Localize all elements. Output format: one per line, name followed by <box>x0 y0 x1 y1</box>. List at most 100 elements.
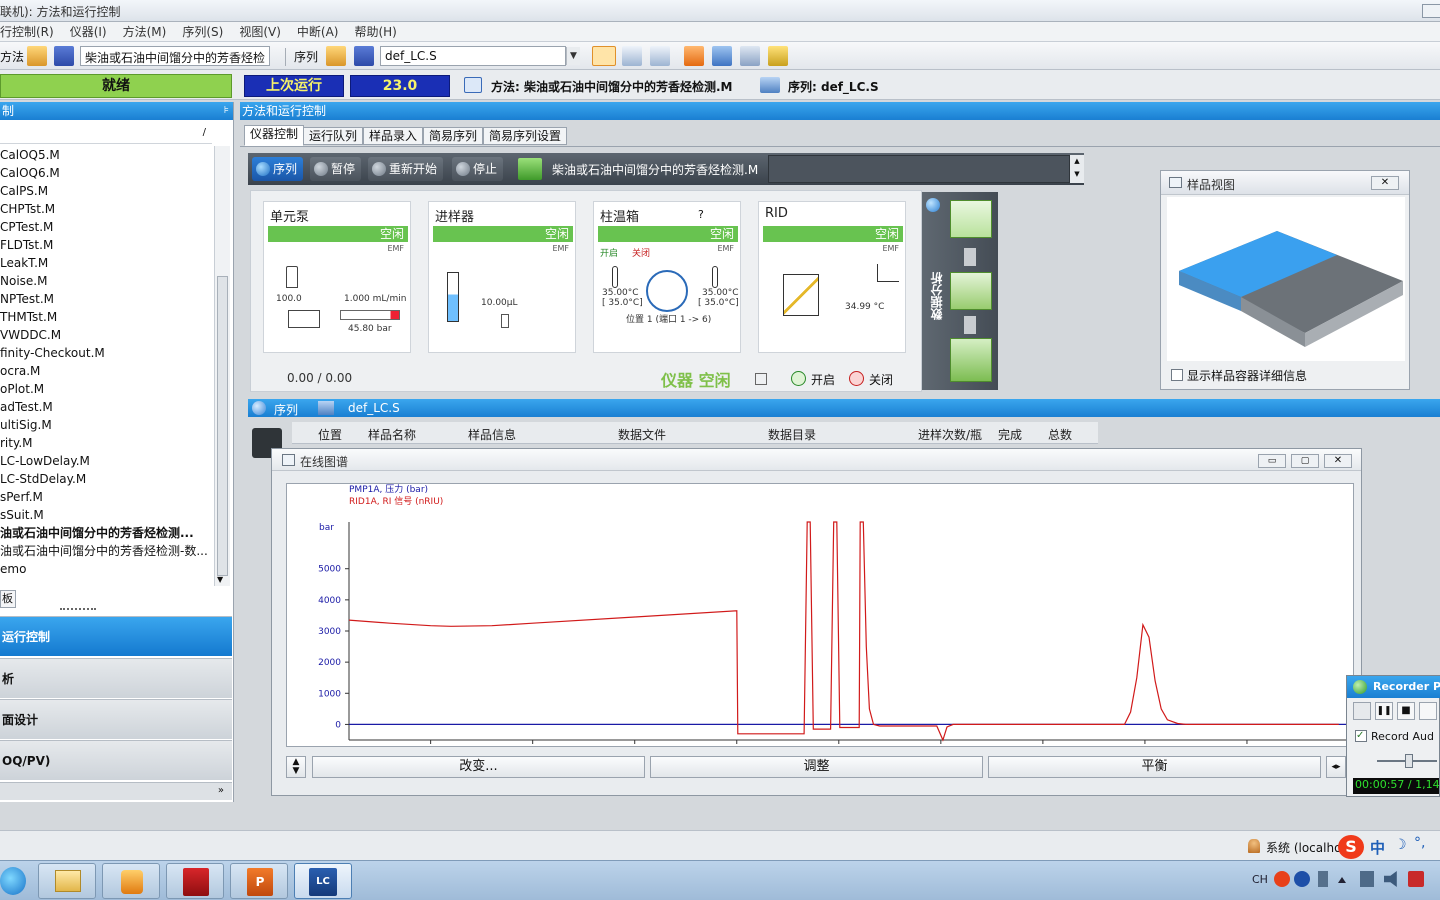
openlab-task-button[interactable]: LC <box>294 863 352 899</box>
power-on-label[interactable]: 开启 <box>811 371 835 388</box>
tab-instrument-control[interactable]: 仪器控制 <box>244 125 305 146</box>
method-list-item[interactable]: CalOQ5.M <box>0 146 212 164</box>
window-restore-button[interactable] <box>1422 4 1440 18</box>
tray-help-icon[interactable] <box>1294 871 1310 887</box>
plot-nav-button[interactable]: ◂▸ <box>1326 756 1346 778</box>
record-audio-checkbox[interactable]: ✓ <box>1355 730 1367 742</box>
sequence-table-icon[interactable] <box>712 46 732 66</box>
menu-abort[interactable]: 中断(A) <box>289 23 347 40</box>
method-list-item[interactable]: finity-Checkout.M <box>0 344 212 362</box>
method-info-spin[interactable]: ▲ ▼ <box>1070 155 1084 183</box>
method-list-item[interactable]: FLDTst.M <box>0 236 212 254</box>
pause-button[interactable]: 暂停 <box>310 157 362 181</box>
method-list-item[interactable]: LC-StdDelay.M <box>0 470 212 488</box>
sample-tray-view[interactable] <box>1167 197 1405 361</box>
report-book-icon[interactable] <box>950 338 992 382</box>
sogou-icon[interactable]: S <box>1338 835 1364 859</box>
power-off-label[interactable]: 关闭 <box>869 371 893 388</box>
menu-help[interactable]: 帮助(H) <box>346 23 404 40</box>
col-data-file[interactable]: 数据文件 <box>618 426 666 443</box>
tray-network-icon[interactable] <box>1318 871 1328 887</box>
method-list-item[interactable]: emo <box>0 560 212 578</box>
layout-view-icon[interactable] <box>622 46 642 66</box>
method-list-item[interactable]: ocra.M <box>0 362 212 380</box>
save-sequence-icon[interactable] <box>354 46 374 66</box>
scroll-down-icon[interactable]: ▼ <box>217 575 223 584</box>
nav-oqpv[interactable]: OQ/PV) <box>0 740 232 780</box>
method-list-item[interactable]: CalOQ6.M <box>0 164 212 182</box>
scale-icon[interactable] <box>950 272 992 310</box>
method-list-item[interactable]: ultiSig.M <box>0 416 212 434</box>
show-details-checkbox[interactable] <box>1171 369 1183 381</box>
power-on-icon[interactable] <box>791 371 806 386</box>
method-info-field[interactable] <box>768 155 1070 183</box>
stop-record-button[interactable]: ■ <box>1397 702 1415 720</box>
method-list-item[interactable]: LC-LowDelay.M <box>0 452 212 470</box>
col-position[interactable]: 位置 <box>318 426 342 443</box>
instrument-view-icon[interactable] <box>592 46 616 66</box>
punctuation-icon[interactable]: °, <box>1414 835 1425 851</box>
scrollbar-thumb[interactable] <box>217 276 228 576</box>
method-list-item[interactable]: adTest.M <box>0 398 212 416</box>
chromatogram-plot[interactable]: bar010002000300040005000-15-10-505101520… <box>286 483 1365 758</box>
globe-icon[interactable] <box>926 198 940 212</box>
chevron-down-icon[interactable]: ▼ <box>566 47 580 65</box>
menu-method[interactable]: 方法(M) <box>115 23 175 40</box>
method-list-item[interactable]: sPerf.M <box>0 488 212 506</box>
adjust-button[interactable]: 调整 <box>650 756 983 778</box>
tab-run-queue[interactable]: 运行队列 <box>303 127 364 145</box>
rid-module[interactable]: RID 空闲 EMF 34.99 °C <box>758 201 906 353</box>
open-method-icon[interactable] <box>27 46 47 66</box>
method-list-item[interactable]: 油或石油中间馏分中的芳香烃检测... <box>0 524 212 542</box>
nav-run-control[interactable]: 运行控制 <box>0 616 232 656</box>
power-off-icon[interactable] <box>849 371 864 386</box>
splitter-grip[interactable] <box>60 608 96 610</box>
minimize-icon[interactable]: ▭ <box>1258 454 1286 468</box>
ie-icon[interactable] <box>0 867 26 895</box>
restart-button[interactable]: 重新开始 <box>368 157 444 181</box>
balance-button[interactable]: 平衡 <box>988 756 1321 778</box>
change-button[interactable]: 改变... <box>312 756 645 778</box>
method-list-item[interactable]: VWDDC.M <box>0 326 212 344</box>
tab-easy-sequence-setup[interactable]: 简易序列设置 <box>483 127 568 145</box>
powerpoint-task-button[interactable]: P <box>230 863 288 899</box>
media-task-button[interactable] <box>102 863 160 899</box>
method-list-item[interactable]: sSuit.M <box>0 506 212 524</box>
menu-sequence[interactable]: 序列(S) <box>174 23 231 40</box>
method-list-item[interactable]: THMTst.M <box>0 308 212 326</box>
col-data-dir[interactable]: 数据目录 <box>768 426 816 443</box>
method-list-item[interactable]: rity.M <box>0 434 212 452</box>
nav-analysis[interactable]: 析 <box>0 658 232 698</box>
oven-off-label[interactable]: 关闭 <box>632 246 650 259</box>
column-oven-module[interactable]: 柱温箱 ? 空闲 开启 关闭 EMF 35.00°C [ 35.0°C] 35.… <box>593 201 741 353</box>
tray-display-icon[interactable] <box>1360 871 1374 887</box>
settings-record-button[interactable] <box>1419 702 1437 720</box>
tray-volume-icon[interactable] <box>1384 871 1397 887</box>
tab-sample-entry[interactable]: 样品录入 <box>363 127 424 145</box>
open-sequence-icon[interactable] <box>326 46 346 66</box>
run-icon[interactable] <box>768 46 788 66</box>
tray-expand-icon[interactable] <box>1338 875 1346 883</box>
tray-sogou-icon[interactable] <box>1274 871 1290 887</box>
moon-icon[interactable]: ☽ <box>1394 837 1407 853</box>
method-combo[interactable]: 柴油或石油中间馏分中的芳香烃检 <box>80 46 270 66</box>
help-icon[interactable]: ? <box>698 208 704 221</box>
col-total[interactable]: 总数 <box>1048 426 1072 443</box>
panel-tab[interactable]: 板 <box>0 590 16 608</box>
explorer-task-button[interactable] <box>38 863 96 899</box>
sequence-combo[interactable]: def_LC.S <box>380 46 566 66</box>
menu-instrument[interactable]: 仪器(I) <box>62 23 115 40</box>
table-view-icon[interactable] <box>650 46 670 66</box>
stop-button[interactable]: 停止 <box>452 157 504 181</box>
copy-icon[interactable] <box>740 46 760 66</box>
expand-chevron-icon[interactable]: » <box>218 785 224 796</box>
nav-layout[interactable]: 面设计 <box>0 699 232 739</box>
pause-record-button[interactable]: ❚❚ <box>1375 702 1393 720</box>
menu-view[interactable]: 视图(V) <box>231 23 289 40</box>
col-sample-info[interactable]: 样品信息 <box>468 426 516 443</box>
close-icon[interactable]: ✕ <box>1371 176 1399 190</box>
method-list[interactable]: CalOQ5.M CalOQ6.M CalPS.M CHPTst.M CPTest.M F… <box>0 146 212 586</box>
method-list-item[interactable]: Noise.M <box>0 272 212 290</box>
volume-slider-thumb[interactable] <box>1405 754 1413 768</box>
plot-spin-button[interactable]: ▲ ▼ <box>286 756 306 778</box>
